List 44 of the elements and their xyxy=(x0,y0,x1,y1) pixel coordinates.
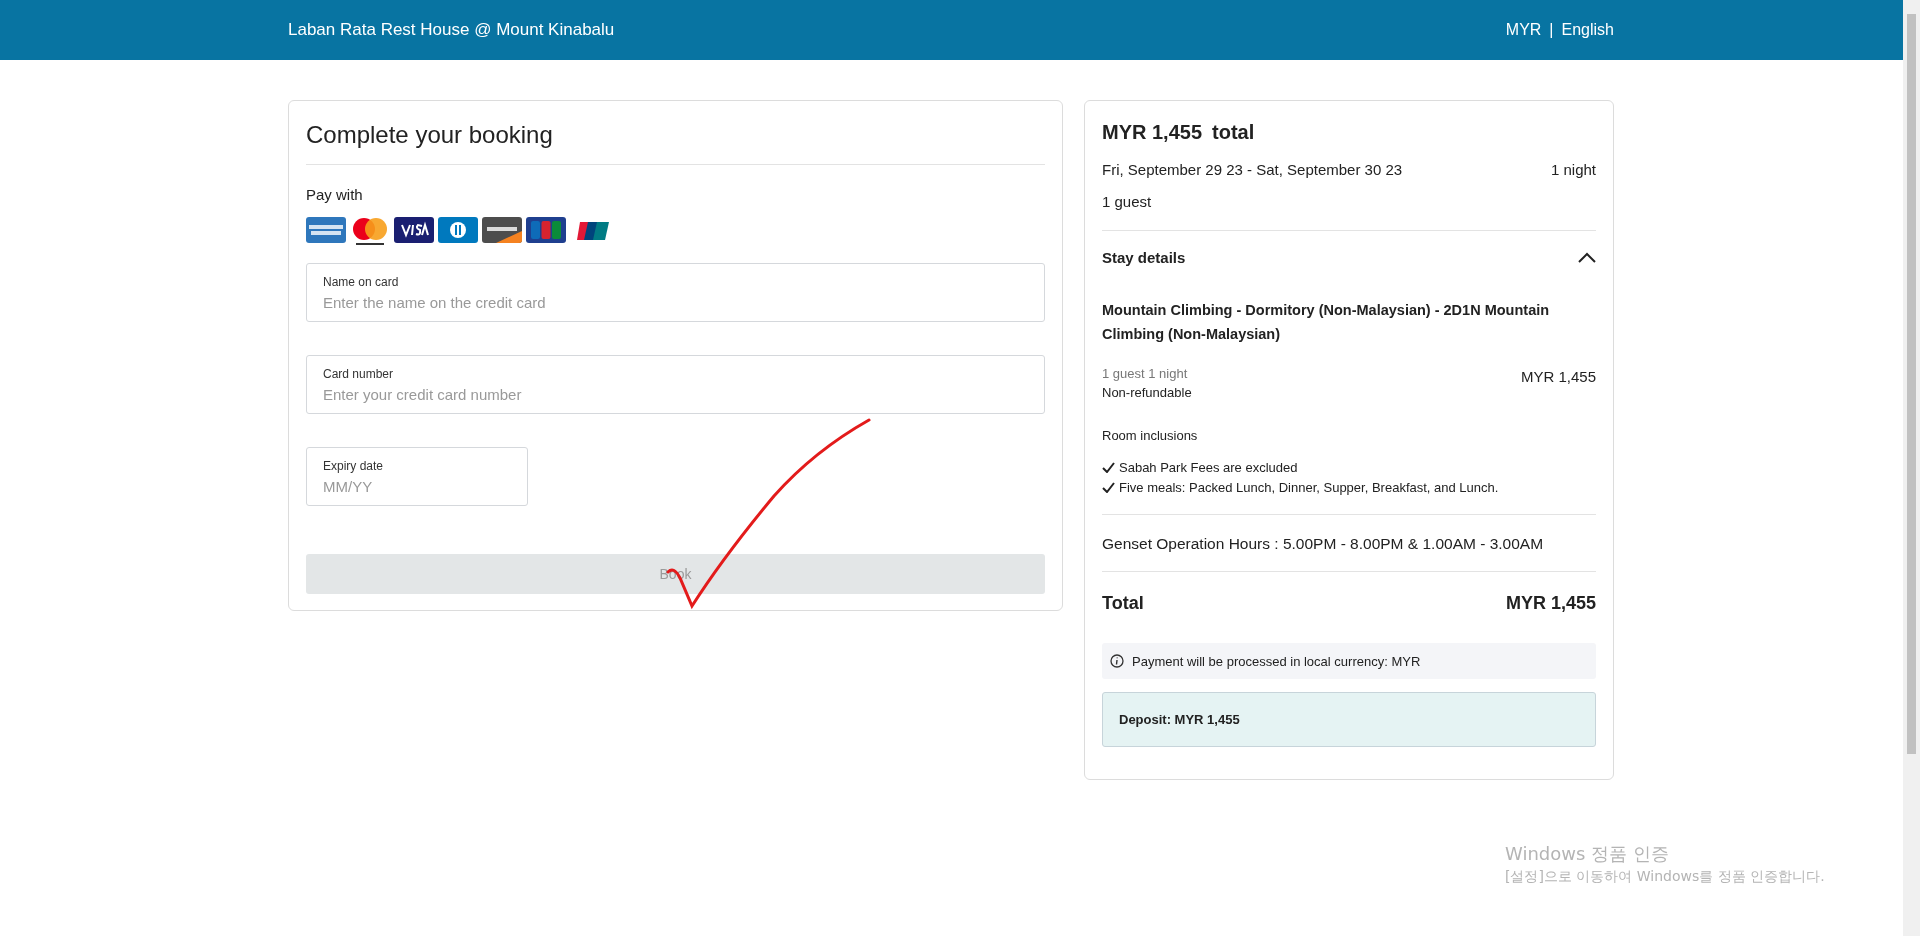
refund-policy: Non-refundable xyxy=(1102,385,1192,400)
stay-dates: Fri, September 29 23 - Sat, September 30 23 xyxy=(1102,161,1403,178)
currency-selector[interactable]: MYR xyxy=(1505,21,1542,39)
checkmark-icon xyxy=(1102,482,1115,493)
room-guests-nights: 1 guest 1 night xyxy=(1102,366,1189,381)
card-logo-icon xyxy=(576,220,610,242)
activation-message: [설정]으로 이동하여 Windows를 정품 인증합니다. xyxy=(1505,868,1825,886)
separator: | xyxy=(1549,21,1554,39)
card-logo-icon xyxy=(482,217,522,243)
info-icon xyxy=(1110,654,1124,668)
form-field[interactable]: Expiry date MM/YY xyxy=(306,447,528,506)
total-price: MYR 1,455 xyxy=(1102,121,1203,144)
deposit-amount: Deposit: MYR 1,455 xyxy=(1119,712,1240,727)
field-label: Card number xyxy=(323,367,395,381)
inclusion-item: Sabah Park Fees are excluded xyxy=(1119,460,1298,475)
card-logo-icon xyxy=(438,217,478,243)
card-logo-icon xyxy=(394,217,434,243)
card-logo-icon xyxy=(526,217,566,243)
card-logo-icon xyxy=(350,217,390,247)
nights-count: 1 night xyxy=(1550,161,1596,178)
form-field[interactable]: Card number Enter your credit card number xyxy=(306,355,1045,414)
card-logo-icon xyxy=(306,217,346,243)
total-heading: Total xyxy=(1102,593,1144,614)
total-amount: MYR 1,455 xyxy=(1505,593,1596,614)
stay-details-heading: Stay details xyxy=(1102,249,1186,266)
payment-note: Payment will be processed in local currency: MYR xyxy=(1132,653,1421,669)
total-label: total xyxy=(1212,121,1255,144)
scrollbar[interactable] xyxy=(1903,0,1920,936)
room-price: MYR 1,455 xyxy=(1520,368,1596,385)
activation-title: Windows 정품 인증 xyxy=(1505,842,1670,866)
genset-hours-note: Genset Operation Hours : 5.00PM - 8.00PM & 1.00AM - 3.00AM xyxy=(1102,535,1545,553)
field-label: Expiry date xyxy=(323,459,385,473)
room-name: Mountain Climbing - Dormitory (Non-Malaysian) - 2D1N Mountain Climbing (Non-Malaysian) xyxy=(1102,301,1551,344)
booking-title: Complete your booking xyxy=(306,121,554,149)
pay-with-label: Pay with xyxy=(306,186,364,203)
guest-count: 1 guest xyxy=(1102,193,1153,210)
form-field[interactable]: Name on card Enter the name on the credit card xyxy=(306,263,1045,322)
field-label: Name on card xyxy=(323,275,400,289)
site-title[interactable]: Laban Rata Rest House @ Mount Kinabalu xyxy=(288,20,615,40)
inclusion-item: Five meals: Packed Lunch, Dinner, Supper, Breakfast, and Lunch. xyxy=(1119,480,1499,495)
language-selector[interactable]: English xyxy=(1561,21,1614,39)
checkmark-icon xyxy=(1102,462,1115,473)
inclusions-heading: Room inclusions xyxy=(1102,428,1199,443)
chevron-up-icon[interactable] xyxy=(1578,252,1596,263)
